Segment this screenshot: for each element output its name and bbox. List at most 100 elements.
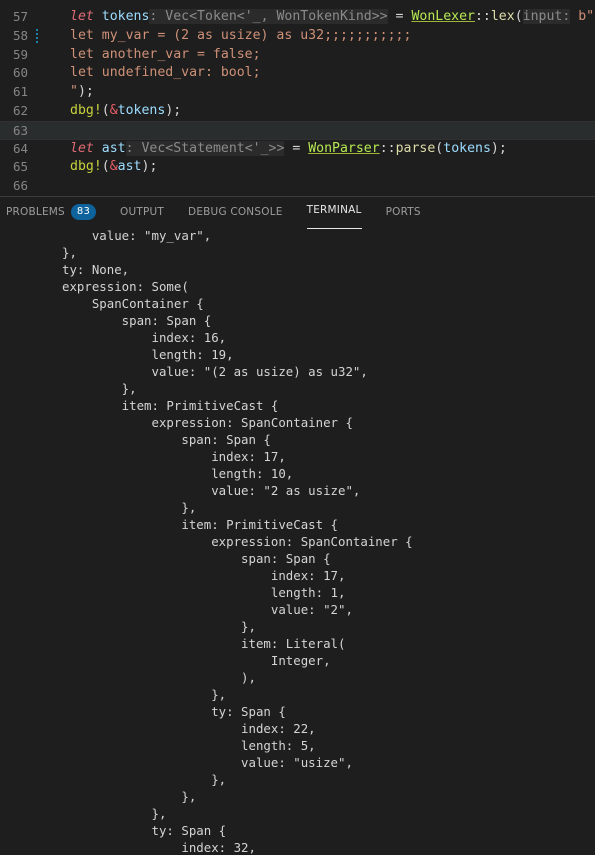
terminal-line: item: PrimitiveCast { bbox=[62, 517, 339, 532]
problems-count-badge: 83 bbox=[70, 204, 97, 220]
terminal-line: }, bbox=[62, 806, 167, 821]
code-token: ); bbox=[77, 84, 94, 100]
code-text: let ast: Vec<Statement<'_>> = WonParser:… bbox=[70, 140, 507, 159]
code-text: "); bbox=[70, 83, 94, 102]
code-line[interactable]: 64 let ast: Vec<Statement<'_>> = WonParse… bbox=[0, 140, 595, 159]
code-token: " bbox=[70, 84, 78, 100]
terminal-line: length: 1, bbox=[62, 585, 346, 600]
terminal-line: }, bbox=[62, 500, 197, 515]
code-token: ); bbox=[490, 140, 507, 156]
code-token: :: bbox=[474, 9, 491, 24]
code-token: ( bbox=[101, 102, 110, 118]
code-token: : Vec<Token<'_, WonTokenKind>> bbox=[149, 9, 388, 24]
code-text: dbg!(&ast); bbox=[70, 158, 157, 177]
terminal-line: item: PrimitiveCast { bbox=[62, 398, 279, 413]
tab-ports[interactable]: PORTS bbox=[374, 197, 433, 227]
code-token: ( bbox=[514, 9, 523, 24]
terminal-line: expression: Some( bbox=[62, 279, 189, 294]
terminal-line: ), bbox=[62, 670, 256, 685]
code-line[interactable]: 62 dbg!(&tokens); bbox=[0, 102, 595, 121]
code-token: : Vec<Statement<'_>> bbox=[125, 140, 285, 156]
code-token: let undefined_var: bool; bbox=[70, 65, 261, 81]
terminal-line: index: 32, bbox=[62, 840, 256, 855]
tab-label: PROBLEMS bbox=[6, 206, 65, 218]
line-number: 61 bbox=[12, 84, 28, 100]
code-line[interactable]: 57 let tokens: Vec<Token<'_, WonTokenKind… bbox=[0, 8, 595, 27]
code-token: WonParser bbox=[308, 140, 380, 156]
terminal-line: ty: Span { bbox=[62, 823, 227, 838]
tab-problems[interactable]: PROBLEMS 83 bbox=[0, 197, 108, 227]
terminal-line: SpanContainer { bbox=[62, 296, 204, 311]
terminal-line: index: 22, bbox=[62, 721, 316, 736]
terminal-line: span: Span { bbox=[62, 313, 212, 328]
terminal-line: item: Literal( bbox=[62, 636, 346, 651]
tab-label: PORTS bbox=[385, 206, 421, 218]
code-token: tokens bbox=[101, 9, 150, 24]
code-line[interactable]: 65 dbg!(&ast); bbox=[0, 158, 595, 177]
code-token: lex bbox=[490, 9, 515, 24]
terminal-output[interactable]: value: "my_var",}, ty: None, expression: S… bbox=[0, 227, 595, 855]
terminal-line: value: "2 as usize", bbox=[62, 483, 361, 498]
code-text: let another_var = false; bbox=[70, 46, 261, 65]
code-line[interactable]: 58 let my_var = (2 as usize) as u32;;;;;;… bbox=[0, 27, 595, 46]
terminal-line: }, bbox=[62, 687, 227, 702]
panel-tab-bar: PROBLEMS 83 OUTPUT DEBUG CONSOLE TERMINAL POR… bbox=[0, 196, 595, 229]
line-number: 58 bbox=[12, 27, 28, 43]
code-token: let bbox=[70, 140, 94, 156]
terminal-line: span: Span { bbox=[62, 551, 331, 566]
line-number: 60 bbox=[12, 65, 28, 81]
code-token: :: bbox=[379, 140, 396, 156]
terminal-line: value: "my_var", bbox=[62, 228, 212, 243]
code-line[interactable]: 60 let undefined_var: bool; bbox=[0, 64, 595, 83]
line-number: 59 bbox=[12, 46, 28, 62]
tab-debug-console[interactable]: DEBUG CONSOLE bbox=[176, 197, 295, 227]
code-token: let bbox=[70, 9, 94, 24]
code-line[interactable]: 56 bbox=[0, 0, 595, 8]
code-line[interactable]: 66 bbox=[0, 177, 595, 196]
terminal-line: ty: None, bbox=[62, 262, 130, 277]
terminal-line: value: "(2 as usize) as u32", bbox=[62, 364, 368, 379]
line-number: 65 bbox=[12, 159, 28, 175]
code-text: let undefined_var: bool; bbox=[70, 64, 261, 83]
code-line[interactable]: 63 bbox=[0, 120, 595, 140]
code-token: b" bbox=[578, 9, 595, 24]
code-text: let my_var = (2 as usize) as u32;;;;;;;;… bbox=[70, 27, 411, 46]
code-token: input: bbox=[522, 9, 571, 24]
terminal-line: index: 17, bbox=[62, 568, 346, 583]
code-text: let tokens: Vec<Token<'_, WonTokenKind>>… bbox=[70, 8, 594, 27]
terminal-line: span: Span { bbox=[62, 432, 271, 447]
tab-label: OUTPUT bbox=[120, 206, 165, 218]
code-token: & bbox=[109, 159, 118, 175]
code-token: parse bbox=[395, 140, 436, 156]
terminal-line: length: 5, bbox=[62, 738, 316, 753]
code-token: WonLexer bbox=[411, 9, 475, 24]
code-token: ); bbox=[141, 159, 158, 175]
code-token: = bbox=[387, 9, 412, 24]
terminal-line: value: "usize", bbox=[62, 755, 353, 770]
code-token: ( bbox=[101, 159, 110, 175]
code-token: dbg! bbox=[70, 102, 102, 118]
line-number: 57 bbox=[12, 9, 28, 24]
terminal-line: }, bbox=[62, 772, 227, 787]
code-token: ast bbox=[101, 140, 126, 156]
code-line[interactable]: 59 let another_var = false; bbox=[0, 46, 595, 65]
code-token: let my_var = (2 as usize) as u32;;;;;;;;… bbox=[70, 27, 412, 43]
line-number: 66 bbox=[12, 178, 28, 194]
tab-terminal[interactable]: TERMINAL bbox=[295, 197, 374, 229]
tab-output[interactable]: OUTPUT bbox=[108, 197, 176, 227]
modified-line-gutter-marker bbox=[36, 28, 38, 44]
code-token: ); bbox=[165, 102, 182, 118]
terminal-line: length: 10, bbox=[62, 466, 294, 481]
terminal-line: expression: SpanContainer { bbox=[62, 534, 413, 549]
terminal-line: expression: SpanContainer { bbox=[62, 415, 353, 430]
code-token: ast bbox=[117, 159, 142, 175]
line-number: 62 bbox=[12, 102, 28, 118]
terminal-line: ty: Span { bbox=[62, 704, 286, 719]
code-token: = bbox=[284, 140, 309, 156]
terminal-line: }, bbox=[62, 789, 197, 804]
code-line[interactable]: 61 "); bbox=[0, 83, 595, 102]
code-editor[interactable]: 5657 let tokens: Vec<Token<'_, WonTokenKi… bbox=[0, 0, 595, 196]
terminal-line: }, bbox=[62, 245, 77, 260]
